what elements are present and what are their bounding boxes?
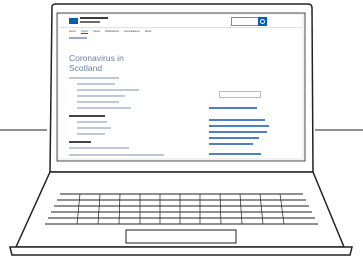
sidebar-links (209, 107, 269, 158)
nav-item-home[interactable]: Home (69, 30, 76, 34)
search-input[interactable] (231, 17, 259, 26)
nav-item-publications[interactable]: Publications (105, 30, 119, 34)
main-content (69, 77, 169, 158)
search-icon[interactable] (258, 17, 267, 26)
page-title: Coronavirus in Scotland (69, 53, 124, 73)
breadcrumb[interactable] (69, 37, 87, 39)
logo-text (80, 17, 108, 19)
main-nav: Home Topics About Publications Consultat… (69, 30, 151, 34)
site-header (59, 15, 302, 28)
nav-item-consultations[interactable]: Consultations (124, 30, 140, 34)
laptop-illustration: Home Topics About Publications Consultat… (0, 0, 363, 261)
sidebar-box (219, 91, 261, 98)
nav-item-topics[interactable]: Topics (80, 30, 89, 34)
logo-subtext (80, 21, 100, 23)
laptop-screen: Home Topics About Publications Consultat… (59, 15, 302, 158)
saltire-logo-icon (69, 18, 78, 24)
nav-item-news[interactable]: News (145, 30, 152, 34)
page-title-line1: Coronavirus in (69, 53, 124, 63)
page-title-line2: Scotland (69, 62, 103, 73)
nav-item-about[interactable]: About (93, 30, 100, 34)
